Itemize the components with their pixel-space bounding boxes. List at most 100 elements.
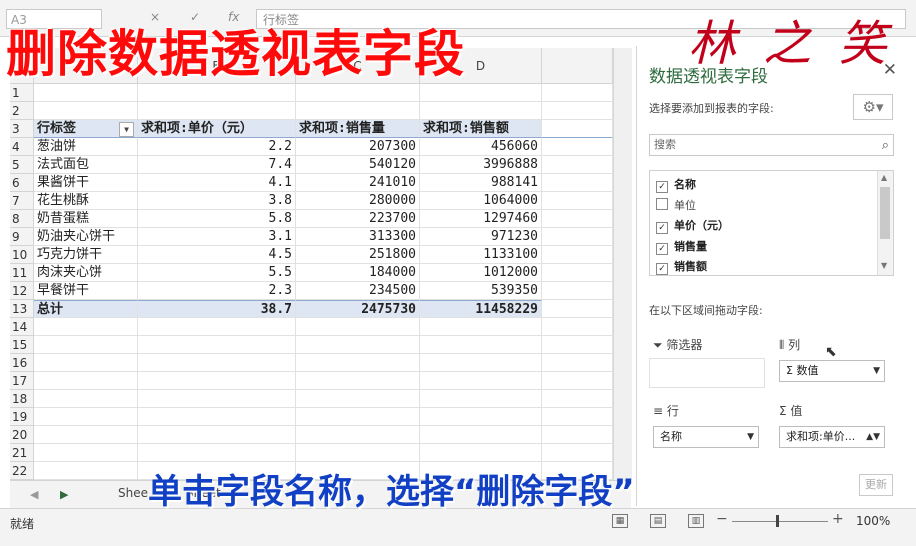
rows-field-pill[interactable]: 名称 ▼ [653, 426, 759, 448]
grid-cell[interactable]: 4.5 [138, 246, 296, 264]
row-header[interactable]: 10 [10, 246, 34, 264]
grid-cell[interactable] [542, 336, 613, 354]
grid-cell[interactable]: 540120 [296, 156, 420, 174]
grid-cell[interactable] [296, 84, 420, 102]
grid-cell[interactable]: 38.7 [138, 300, 296, 318]
grid-cell[interactable]: 求和项:单价（元） [138, 120, 296, 138]
grid-cell[interactable] [34, 372, 138, 390]
grid-cell[interactable] [542, 138, 613, 156]
gear-icon[interactable]: ⚙▾ [853, 94, 893, 120]
grid-cell[interactable] [542, 246, 613, 264]
grid-cell[interactable]: 280000 [296, 192, 420, 210]
row-header[interactable]: 20 [10, 426, 34, 444]
grid-cell[interactable] [34, 444, 138, 462]
grid-cell[interactable]: 总计 [34, 300, 138, 318]
row-header[interactable]: 11 [10, 264, 34, 282]
sheet-tab-1[interactable]: Shee [118, 486, 148, 500]
grid-cell[interactable] [542, 390, 613, 408]
grid-cell[interactable] [34, 408, 138, 426]
grid-cell[interactable]: 11458229 [420, 300, 542, 318]
grid-cell[interactable]: 988141 [420, 174, 542, 192]
row-header[interactable]: 8 [10, 210, 34, 228]
grid-cell[interactable] [296, 390, 420, 408]
checked-checkbox[interactable]: ✓ [656, 181, 668, 193]
row-header[interactable]: 22 [10, 462, 34, 480]
row-header[interactable]: 9 [10, 228, 34, 246]
grid-cell[interactable]: 539350 [420, 282, 542, 300]
grid-cell[interactable] [542, 444, 613, 462]
page-break-view-icon[interactable]: ▥ [688, 514, 704, 528]
grid-cell[interactable]: 234500 [296, 282, 420, 300]
row-header[interactable]: 7 [10, 192, 34, 210]
grid-cell[interactable]: 法式面包 [34, 156, 138, 174]
grid-cell[interactable] [542, 120, 613, 138]
grid-cell[interactable] [542, 102, 613, 120]
grid-cell[interactable]: 5.8 [138, 210, 296, 228]
grid-cell[interactable] [542, 282, 613, 300]
grid-cell[interactable]: 1297460 [420, 210, 542, 228]
grid-cell[interactable] [420, 390, 542, 408]
row-header[interactable]: 13 [10, 300, 34, 318]
row-header[interactable]: 1 [10, 84, 34, 102]
grid-cell[interactable]: 2475730 [296, 300, 420, 318]
prev-sheet-icon[interactable]: ◀ [30, 488, 38, 501]
field-item[interactable]: ✓ 销售量 [656, 237, 707, 257]
grid-cell[interactable]: 果酱饼干 [34, 174, 138, 192]
field-item[interactable]: ✓ 单价（元） [656, 216, 729, 236]
zoom-slider-thumb[interactable] [776, 515, 779, 527]
search-icon[interactable]: ⌕ [882, 136, 889, 156]
grid-cell[interactable] [296, 318, 420, 336]
chevron-down-icon[interactable]: ▼ [873, 361, 880, 381]
grid-cell[interactable]: 7.4 [138, 156, 296, 174]
grid-cell[interactable]: 3996888 [420, 156, 542, 174]
grid-cell[interactable] [34, 426, 138, 444]
grid-cell[interactable] [296, 372, 420, 390]
grid-cell[interactable]: 184000 [296, 264, 420, 282]
grid-cell[interactable]: 3.8 [138, 192, 296, 210]
grid-cell[interactable]: 肉沫夹心饼 [34, 264, 138, 282]
grid-cell[interactable] [542, 228, 613, 246]
row-header[interactable]: 16 [10, 354, 34, 372]
grid-cell[interactable]: 奶油夹心饼干 [34, 228, 138, 246]
grid-cell[interactable]: 971230 [420, 228, 542, 246]
grid-cell[interactable] [420, 336, 542, 354]
grid-cell[interactable] [296, 336, 420, 354]
grid-cell[interactable] [138, 318, 296, 336]
row-header[interactable]: 21 [10, 444, 34, 462]
grid-cell[interactable]: 1133100 [420, 246, 542, 264]
row-header[interactable]: 15 [10, 336, 34, 354]
grid-cell[interactable] [296, 354, 420, 372]
grid-cell[interactable]: 奶昔蛋糕 [34, 210, 138, 228]
grid-cell[interactable]: 3.1 [138, 228, 296, 246]
checked-checkbox[interactable]: ✓ [656, 263, 668, 275]
grid-cell[interactable] [542, 84, 613, 102]
row-header[interactable]: 17 [10, 372, 34, 390]
grid-cell[interactable] [542, 426, 613, 444]
grid-cell[interactable] [420, 84, 542, 102]
row-header[interactable]: 6 [10, 174, 34, 192]
row-header[interactable]: 4 [10, 138, 34, 156]
grid-cell[interactable]: 223700 [296, 210, 420, 228]
chevron-down-icon[interactable]: ▼ [747, 427, 754, 447]
grid-cell[interactable] [542, 372, 613, 390]
grid-cell[interactable]: 456060 [420, 138, 542, 156]
grid-cell[interactable]: 2.3 [138, 282, 296, 300]
grid-cell[interactable] [542, 318, 613, 336]
grid-cell[interactable] [138, 102, 296, 120]
normal-view-icon[interactable]: ▦ [612, 514, 628, 528]
values-field-pill[interactable]: 求和项:单价... ▲▼ [779, 426, 885, 448]
zoom-in-icon[interactable]: + [832, 511, 844, 527]
checked-checkbox[interactable]: ✓ [656, 222, 668, 234]
grid-cell[interactable] [542, 300, 613, 318]
grid-cell[interactable]: 葱油饼 [34, 138, 138, 156]
grid-cell[interactable] [138, 444, 296, 462]
grid-cell[interactable] [296, 426, 420, 444]
worksheet-grid[interactable]: B C D 1 2 3 行标签 ▼ 求和项:单价（元） 求和项:销售量 求和项:销售额 4 葱油饼… [10, 48, 613, 480]
grid-cell[interactable]: 251800 [296, 246, 420, 264]
grid-cell[interactable] [138, 354, 296, 372]
grid-cell[interactable]: 求和项:销售量 [296, 120, 420, 138]
grid-cell[interactable]: 花生桃酥 [34, 192, 138, 210]
grid-cell[interactable]: 1012000 [420, 264, 542, 282]
page-layout-view-icon[interactable]: ▤ [650, 514, 666, 528]
grid-cell[interactable]: 早餐饼干 [34, 282, 138, 300]
